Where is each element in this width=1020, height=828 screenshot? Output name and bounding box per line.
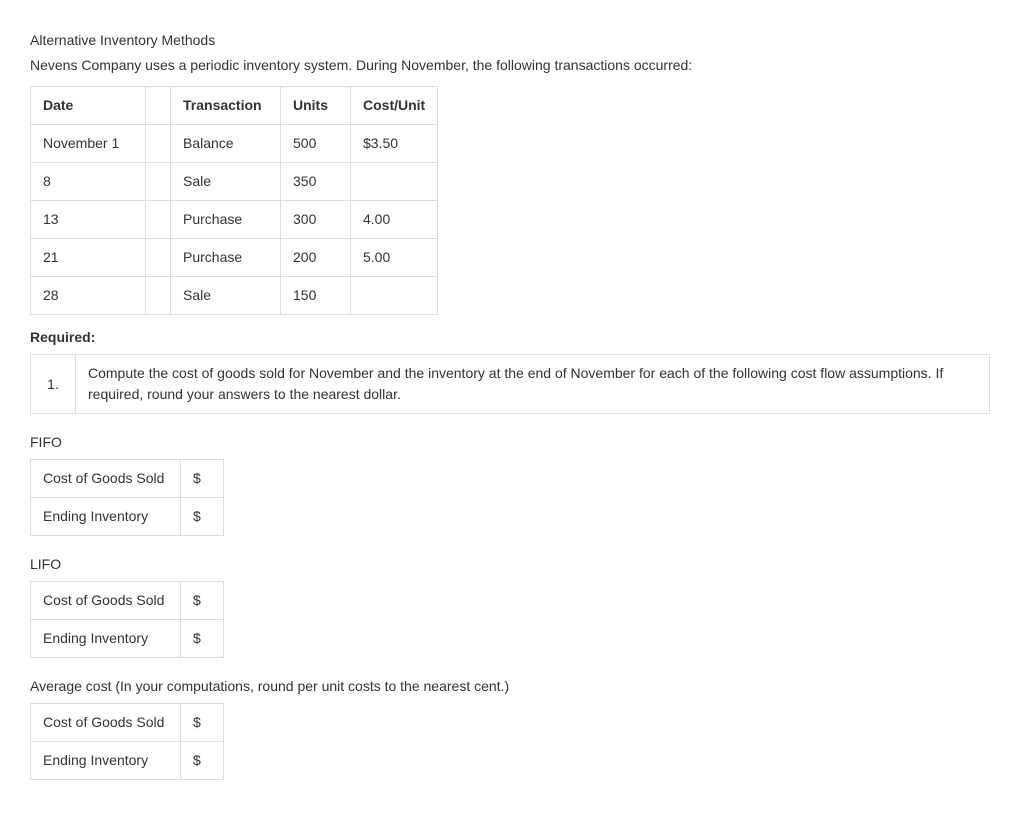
cell-spacer [146, 163, 171, 201]
cell-date: 13 [31, 201, 146, 239]
lifo-answer-table: Cost of Goods Sold $ Ending Inventory $ [30, 581, 224, 658]
cell-txn: Purchase [171, 239, 281, 277]
table-row: 21 Purchase 200 5.00 [31, 239, 438, 277]
header-cost: Cost/Unit [351, 87, 438, 125]
cell-spacer [146, 277, 171, 315]
avg-label: Average cost (In your computations, roun… [30, 676, 990, 697]
intro-text: Nevens Company uses a periodic inventory… [30, 55, 990, 76]
cell-units: 350 [281, 163, 351, 201]
table-row: 13 Purchase 300 4.00 [31, 201, 438, 239]
cell-cost [351, 163, 438, 201]
page-title: Alternative Inventory Methods [30, 30, 990, 51]
fifo-ending-value[interactable]: $ [181, 498, 224, 536]
fifo-answer-table: Cost of Goods Sold $ Ending Inventory $ [30, 459, 224, 536]
cell-units: 150 [281, 277, 351, 315]
cell-txn: Balance [171, 125, 281, 163]
table-row: November 1 Balance 500 $3.50 [31, 125, 438, 163]
fifo-cogs-label: Cost of Goods Sold [31, 460, 181, 498]
cell-units: 500 [281, 125, 351, 163]
cell-units: 300 [281, 201, 351, 239]
avg-cogs-value[interactable]: $ [181, 704, 224, 742]
header-transaction: Transaction [171, 87, 281, 125]
avg-cogs-label: Cost of Goods Sold [31, 704, 181, 742]
cell-cost [351, 277, 438, 315]
lifo-cogs-label: Cost of Goods Sold [31, 582, 181, 620]
cell-date: 8 [31, 163, 146, 201]
cell-txn: Purchase [171, 201, 281, 239]
required-label: Required: [30, 327, 990, 348]
cell-txn: Sale [171, 163, 281, 201]
lifo-ending-label: Ending Inventory [31, 620, 181, 658]
cell-spacer [146, 239, 171, 277]
fifo-cogs-value[interactable]: $ [181, 460, 224, 498]
fifo-ending-label: Ending Inventory [31, 498, 181, 536]
lifo-ending-value[interactable]: $ [181, 620, 224, 658]
cell-txn: Sale [171, 277, 281, 315]
header-date: Date [31, 87, 146, 125]
cell-cost: 4.00 [351, 201, 438, 239]
requirement-table: 1. Compute the cost of goods sold for No… [30, 354, 990, 414]
avg-ending-label: Ending Inventory [31, 742, 181, 780]
fifo-label: FIFO [30, 432, 990, 453]
cell-spacer [146, 201, 171, 239]
table-row: 8 Sale 350 [31, 163, 438, 201]
cell-date: 28 [31, 277, 146, 315]
table-row: 28 Sale 150 [31, 277, 438, 315]
cell-cost: 5.00 [351, 239, 438, 277]
requirement-number: 1. [31, 355, 76, 414]
avg-ending-value[interactable]: $ [181, 742, 224, 780]
transactions-table: Date Transaction Units Cost/Unit Novembe… [30, 86, 438, 315]
requirement-text: Compute the cost of goods sold for Novem… [76, 355, 990, 414]
cell-date: 21 [31, 239, 146, 277]
lifo-label: LIFO [30, 554, 990, 575]
cell-cost: $3.50 [351, 125, 438, 163]
header-units: Units [281, 87, 351, 125]
cell-units: 200 [281, 239, 351, 277]
header-spacer [146, 87, 171, 125]
lifo-cogs-value[interactable]: $ [181, 582, 224, 620]
avg-answer-table: Cost of Goods Sold $ Ending Inventory $ [30, 703, 224, 780]
cell-date: November 1 [31, 125, 146, 163]
cell-spacer [146, 125, 171, 163]
